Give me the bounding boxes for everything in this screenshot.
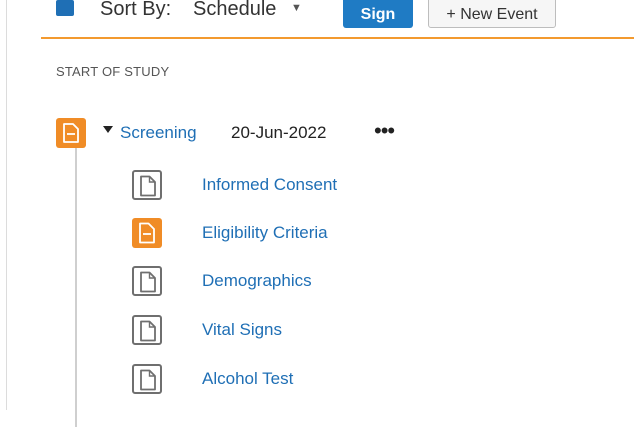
form-link[interactable]: Vital Signs [202,320,282,340]
form-item-vital-signs: Vital Signs [132,315,532,345]
event-document-icon[interactable] [56,118,86,148]
form-link[interactable]: Demographics [202,271,312,291]
form-link[interactable]: Alcohol Test [202,369,293,389]
tree-connector [75,138,77,427]
event-date: 20-Jun-2022 [231,123,327,142]
more-options-icon[interactable]: ••• [374,118,395,144]
toolbar-divider [41,37,634,39]
form-document-icon[interactable] [132,170,162,200]
form-document-icon[interactable] [132,364,162,394]
event-row-screening: Screening 20-Jun-2022 ••• [56,118,456,148]
form-link[interactable]: Eligibility Criteria [202,223,328,243]
sign-button[interactable]: Sign [343,0,413,28]
sort-label: Sort By: [100,0,172,20]
toolbar: Sort By: Schedule ▼ Sign + New Event [0,0,634,28]
event-name-link[interactable]: Screening [120,123,197,143]
sort-select[interactable]: Schedule [193,0,276,21]
form-link[interactable]: Informed Consent [202,175,337,195]
chevron-down-icon[interactable]: ▼ [291,2,302,14]
form-document-icon[interactable] [132,266,162,296]
form-document-icon[interactable] [132,315,162,345]
form-item-demographics: Demographics [132,266,532,296]
form-item-informed-consent: Informed Consent [132,170,532,200]
form-item-eligibility-criteria: Eligibility Criteria [132,218,532,248]
form-document-icon[interactable] [132,218,162,248]
section-label: START OF STUDY [56,64,170,79]
sort-icon [56,0,74,16]
left-panel-border [6,0,7,410]
form-item-alcohol-test: Alcohol Test [132,364,532,394]
collapse-toggle-icon[interactable] [103,126,113,133]
new-event-button[interactable]: + New Event [428,0,556,28]
